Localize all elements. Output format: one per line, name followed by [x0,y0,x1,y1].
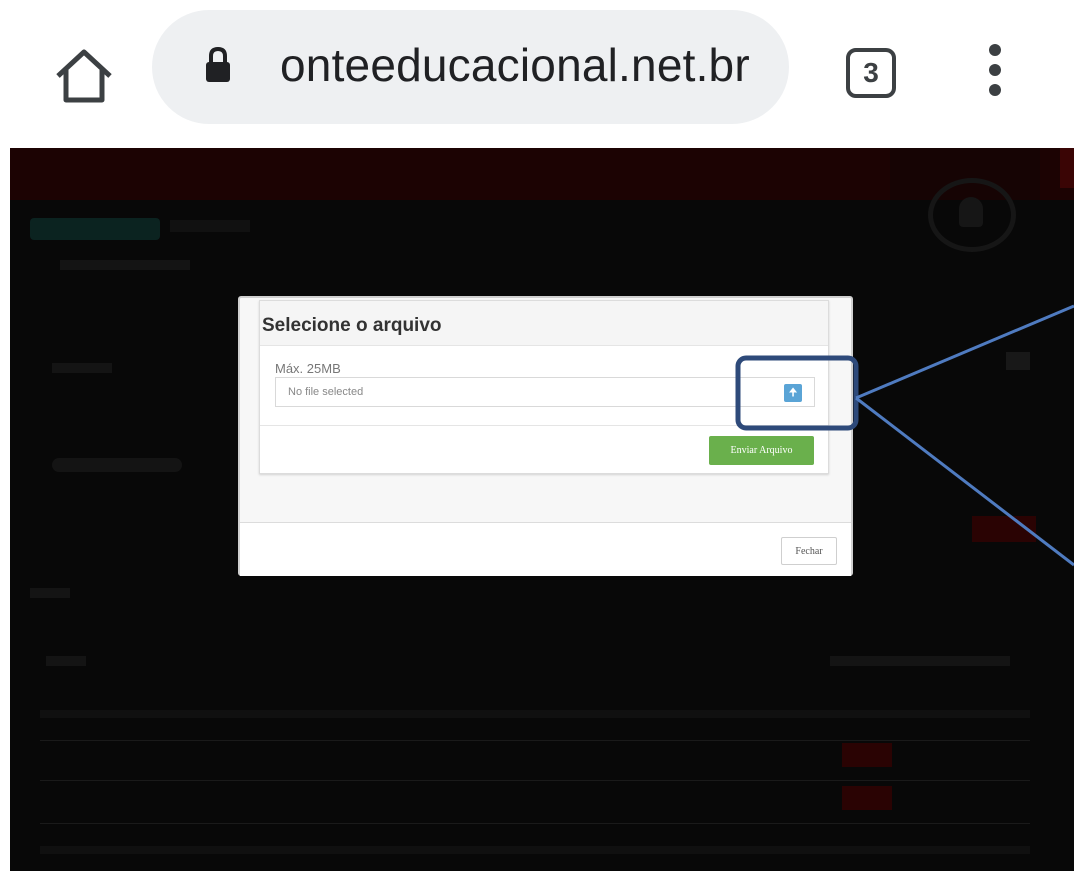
annotation-callout-line [855,396,1074,567]
annotation-highlight-box [735,355,859,431]
annotation-callout-line [855,304,1074,400]
annotation-overlay [735,304,1074,567]
